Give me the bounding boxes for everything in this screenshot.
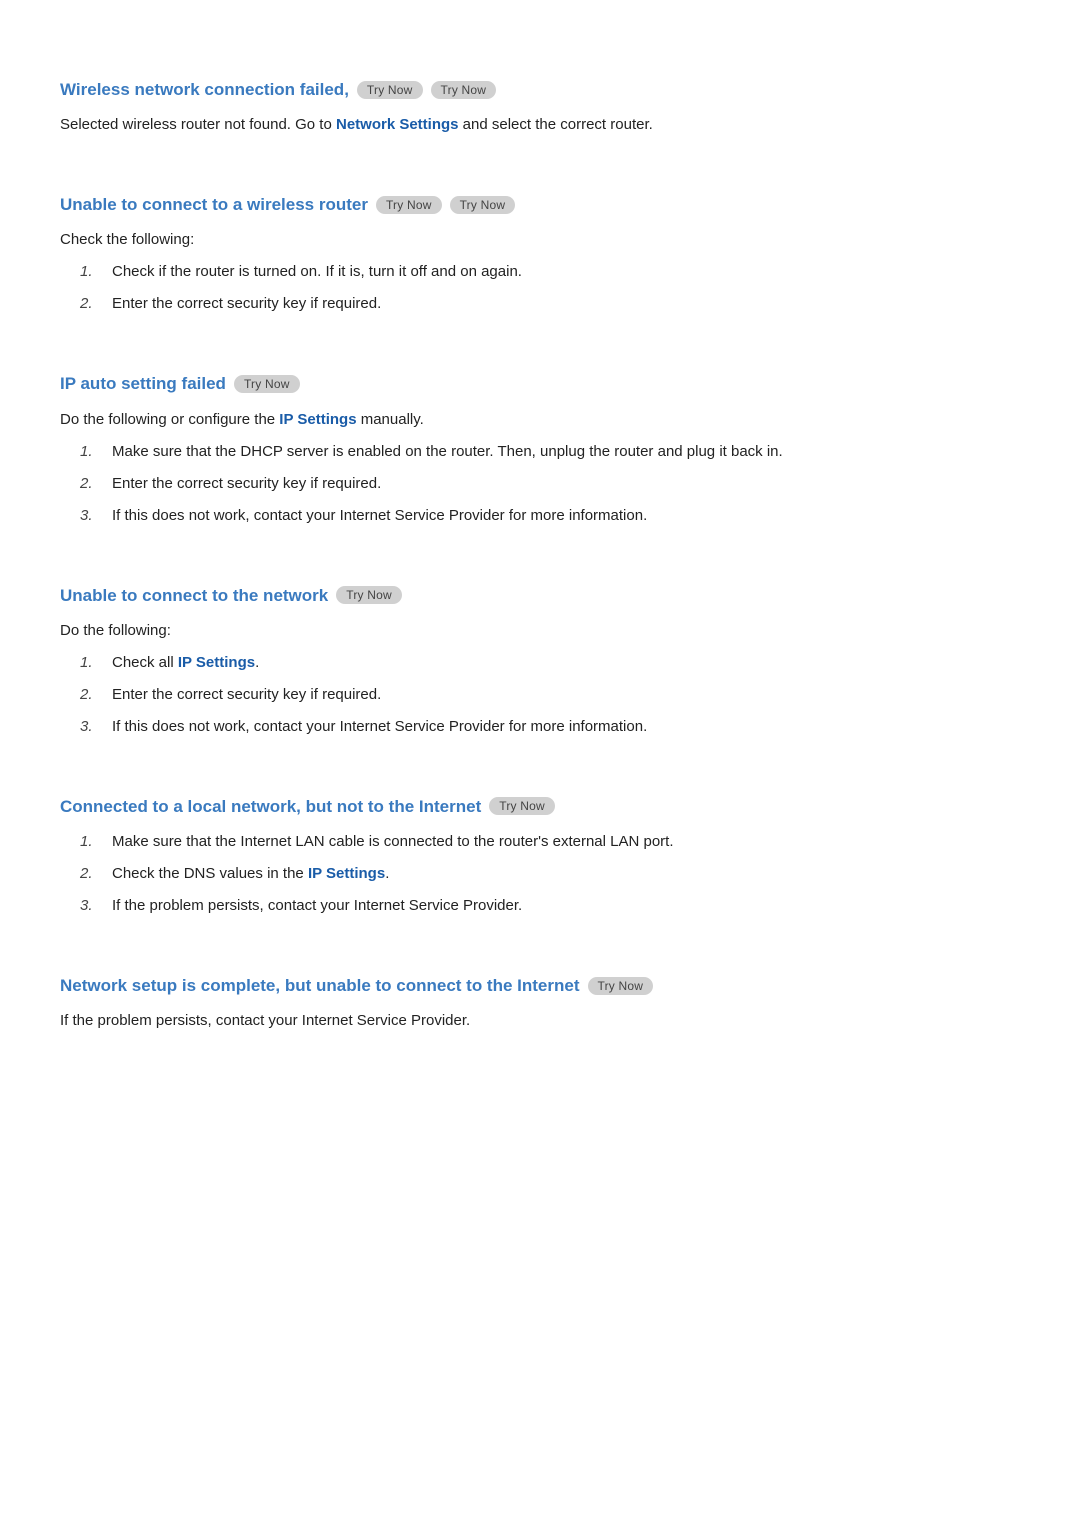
section-heading-text-ip-auto: IP auto setting failed — [60, 370, 226, 397]
try-now-button-3[interactable]: Try Now — [234, 375, 300, 393]
list-item: Make sure that the DHCP server is enable… — [80, 440, 1020, 464]
list-item-text: If this does not work, contact your Inte… — [112, 504, 647, 528]
list-item: Check all IP Settings. — [80, 651, 1020, 675]
section-body-local-not-internet: Make sure that the Internet LAN cable is… — [60, 830, 1020, 918]
try-now-button-5[interactable]: Try Now — [489, 797, 555, 815]
list-item: If this does not work, contact your Inte… — [80, 715, 1020, 739]
ip-auto-text-before: Do the following or configure the — [60, 411, 279, 428]
unable-network-list: Check all IP Settings. Enter the correct… — [60, 651, 1020, 739]
list-item: If this does not work, contact your Inte… — [80, 504, 1020, 528]
list-item-text: Make sure that the Internet LAN cable is… — [112, 830, 674, 854]
section-heading-text-local: Connected to a local network, but not to… — [60, 793, 481, 820]
list-item: Check the DNS values in the IP Settings. — [80, 862, 1020, 886]
ip-settings-link-1[interactable]: IP Settings — [279, 411, 356, 428]
list-item-text: Check the DNS values in the IP Settings. — [112, 862, 389, 886]
unable-router-list: Check if the router is turned on. If it … — [60, 260, 1020, 316]
section-heading-wireless-failed: Wireless network connection failed, Try … — [60, 76, 1020, 103]
section-connected-local-not-internet: Connected to a local network, but not to… — [60, 793, 1020, 936]
section-wireless-connection-failed: Wireless network connection failed, Try … — [60, 76, 1020, 155]
section-network-setup-complete: Network setup is complete, but unable to… — [60, 972, 1020, 1051]
list-item: Check if the router is turned on. If it … — [80, 260, 1020, 284]
list-item-text: If the problem persists, contact your In… — [112, 894, 522, 918]
list-item: If the problem persists, contact your In… — [80, 894, 1020, 918]
list-item: Enter the correct security key if requir… — [80, 292, 1020, 316]
network-settings-link[interactable]: Network Settings — [336, 116, 459, 133]
section-heading-unable-network: Unable to connect to the network Try Now — [60, 582, 1020, 609]
list-item-text: Enter the correct security key if requir… — [112, 472, 381, 496]
try-now-button-1b[interactable]: Try Now — [431, 81, 497, 99]
section-body-unable-router: Check the following: Check if the router… — [60, 228, 1020, 316]
section-heading-text: Wireless network connection failed, — [60, 76, 349, 103]
section-heading-setup-complete: Network setup is complete, but unable to… — [60, 972, 1020, 999]
try-now-button-2a[interactable]: Try Now — [376, 196, 442, 214]
ip-auto-description: Do the following or configure the IP Set… — [60, 408, 1020, 432]
setup-complete-text: If the problem persists, contact your In… — [60, 1009, 1020, 1033]
section-heading-text-setup: Network setup is complete, but unable to… — [60, 972, 580, 999]
section-body-unable-network: Do the following: Check all IP Settings.… — [60, 619, 1020, 739]
wireless-failed-description: Selected wireless router not found. Go t… — [60, 113, 1020, 137]
list-item: Enter the correct security key if requir… — [80, 683, 1020, 707]
try-now-button-2b[interactable]: Try Now — [450, 196, 516, 214]
wireless-failed-text-after: and select the correct router. — [459, 116, 653, 133]
list-item: Make sure that the Internet LAN cable is… — [80, 830, 1020, 854]
local-not-internet-list: Make sure that the Internet LAN cable is… — [60, 830, 1020, 918]
try-now-button-4[interactable]: Try Now — [336, 586, 402, 604]
ip-auto-text-after: manually. — [357, 411, 424, 428]
list-item-text: Check all IP Settings. — [112, 651, 259, 675]
ip-settings-link-2[interactable]: IP Settings — [178, 654, 255, 671]
list-item-text: Check if the router is turned on. If it … — [112, 260, 522, 284]
section-unable-connect-network: Unable to connect to the network Try Now… — [60, 582, 1020, 757]
section-heading-text-unable-network: Unable to connect to the network — [60, 582, 328, 609]
try-now-button-6[interactable]: Try Now — [588, 977, 654, 995]
section-body-ip-auto: Do the following or configure the IP Set… — [60, 408, 1020, 528]
unable-network-intro: Do the following: — [60, 619, 1020, 643]
section-ip-auto-failed: IP auto setting failed Try Now Do the fo… — [60, 370, 1020, 545]
section-heading-local-not-internet: Connected to a local network, but not to… — [60, 793, 1020, 820]
try-now-button-1a[interactable]: Try Now — [357, 81, 423, 99]
list-item-text: If this does not work, contact your Inte… — [112, 715, 647, 739]
list-item-text: Make sure that the DHCP server is enable… — [112, 440, 783, 464]
section-heading-text-router: Unable to connect to a wireless router — [60, 191, 368, 218]
section-unable-connect-router: Unable to connect to a wireless router T… — [60, 191, 1020, 334]
section-heading-ip-auto: IP auto setting failed Try Now — [60, 370, 1020, 397]
list-item-text: Enter the correct security key if requir… — [112, 683, 381, 707]
wireless-failed-text-before: Selected wireless router not found. Go t… — [60, 116, 336, 133]
section-body-wireless-failed: Selected wireless router not found. Go t… — [60, 113, 1020, 137]
section-body-setup-complete: If the problem persists, contact your In… — [60, 1009, 1020, 1033]
check-following-text: Check the following: — [60, 228, 1020, 252]
list-item-text: Enter the correct security key if requir… — [112, 292, 381, 316]
ip-settings-link-3[interactable]: IP Settings — [308, 865, 385, 882]
ip-auto-list: Make sure that the DHCP server is enable… — [60, 440, 1020, 528]
list-item: Enter the correct security key if requir… — [80, 472, 1020, 496]
section-heading-unable-router: Unable to connect to a wireless router T… — [60, 191, 1020, 218]
